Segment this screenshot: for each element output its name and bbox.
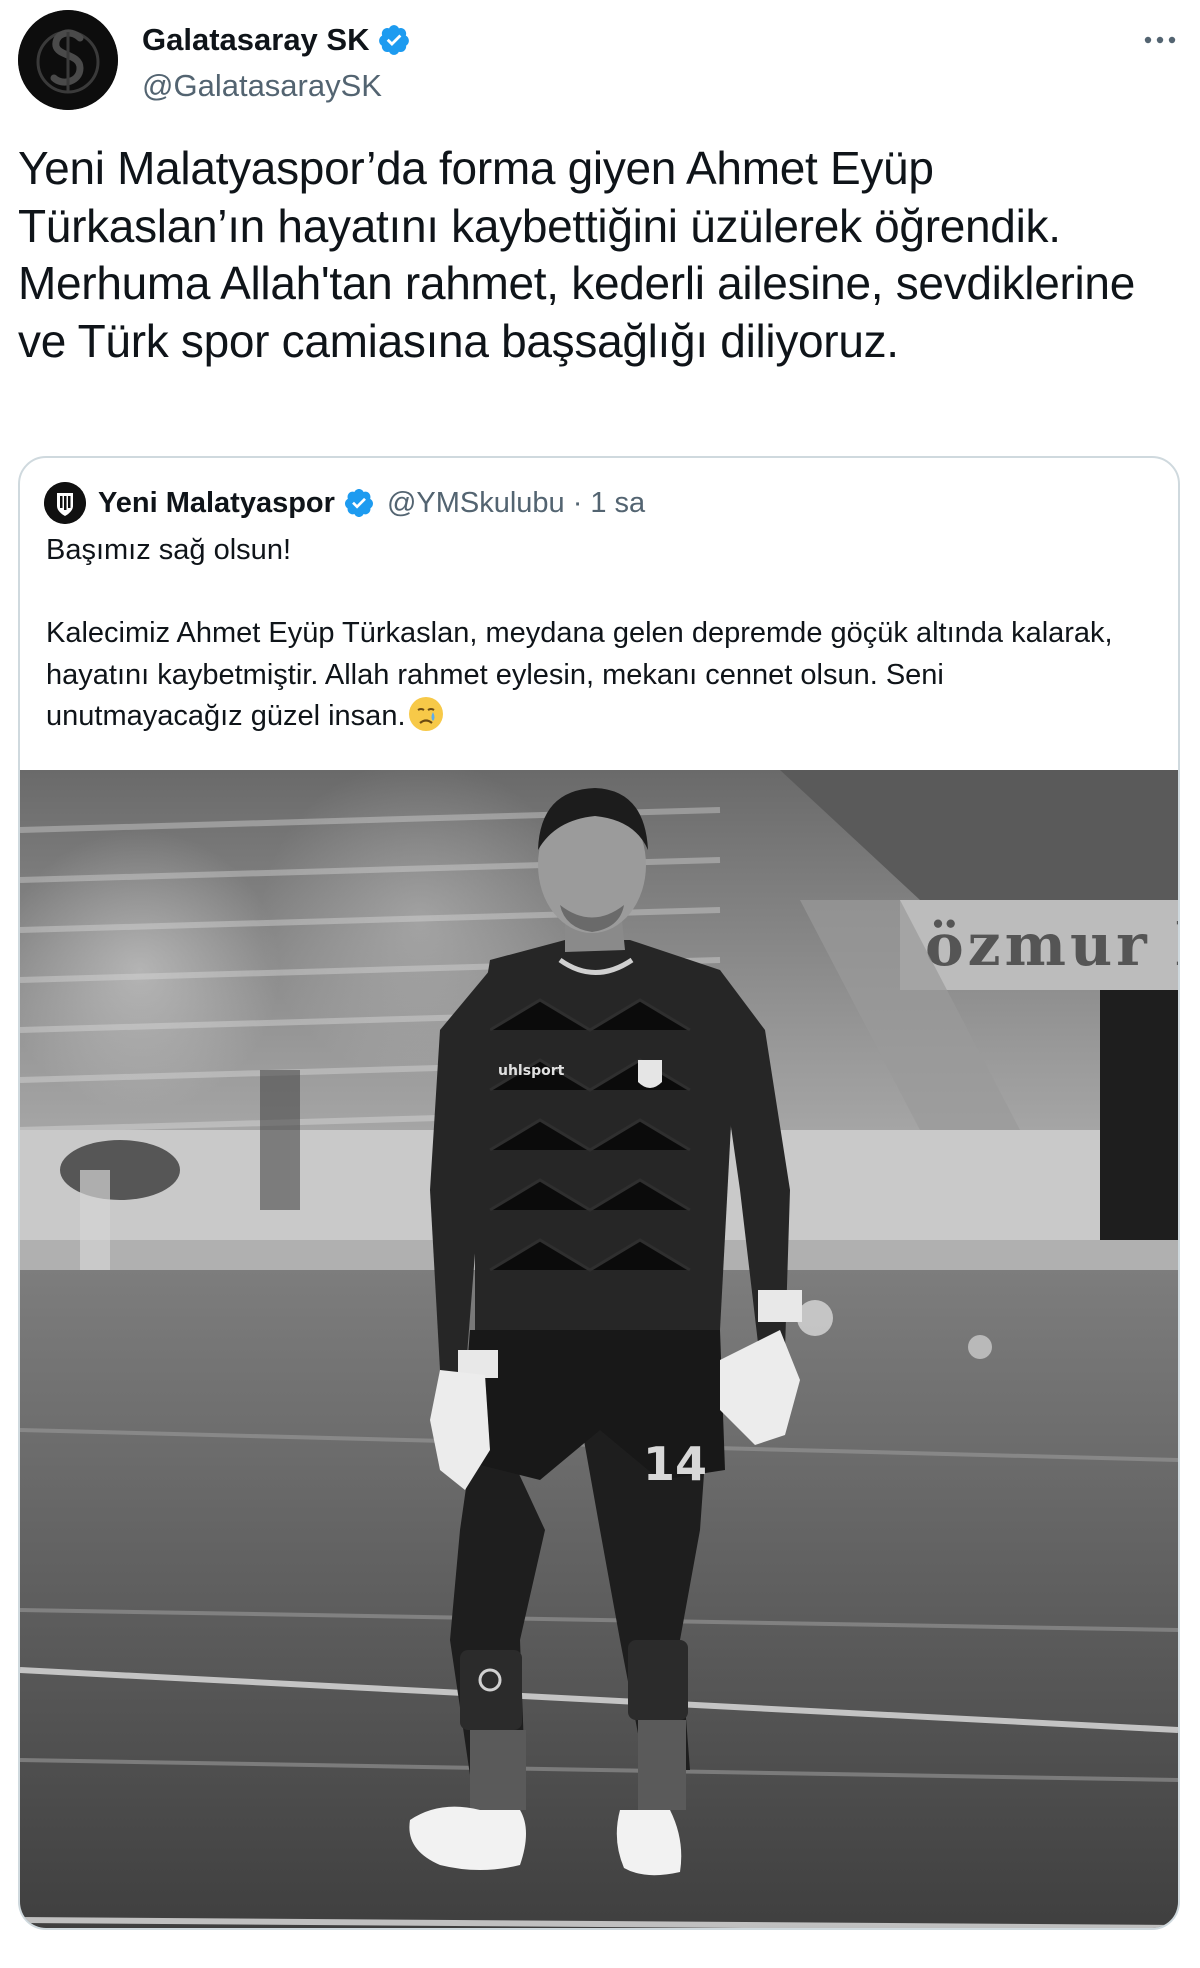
banner-text: özmur k [925, 911, 1178, 979]
tweet-text: Yeni Malatyaspor’da forma giyen Ahmet Ey… [18, 142, 1148, 367]
quoted-tweet-paragraph-2-text: Kalecimiz Ahmet Eyüp Türkaslan, meydana … [46, 617, 1113, 732]
galatasaray-crest-icon[interactable] [18, 10, 118, 110]
goalkeeper-photo[interactable]: özmur k [20, 770, 1178, 1928]
tweet-header: Galatasaray SK @GalatasaraySK [18, 10, 1182, 110]
quoted-tweet-paragraph-2: Kalecimiz Ahmet Eyüp Türkaslan, meydana … [46, 613, 1146, 738]
author-display-name[interactable]: Galatasaray SK [142, 22, 369, 58]
quoted-author-handle[interactable]: @YMSkulubu [387, 487, 565, 520]
verified-badge-icon [379, 25, 410, 55]
quoted-tweet-header: Yeni Malatyaspor @YMSkulubu · 1 sa [44, 482, 645, 524]
crying-face-emoji-icon [408, 697, 443, 731]
more-options-icon[interactable] [1142, 30, 1178, 50]
quoted-verified-badge-icon [344, 489, 373, 517]
quoted-tweet-timestamp[interactable]: 1 sa [590, 487, 645, 520]
shorts-number: 14 [643, 1437, 707, 1491]
meta-separator: · [572, 486, 583, 519]
author-name-row[interactable]: Galatasaray SK [142, 22, 411, 58]
quoted-tweet-body: Başımız sağ olsun! Kalecimiz Ahmet Eyüp … [46, 530, 1146, 738]
author-handle[interactable]: @GalatasaraySK [142, 68, 382, 104]
kit-brand-text: uhlsport [498, 1063, 565, 1079]
quoted-tweet-card[interactable]: Yeni Malatyaspor @YMSkulubu · 1 sa Başım… [18, 456, 1180, 1930]
quoted-tweet-paragraph-1: Başımız sağ olsun! [46, 534, 291, 566]
yeni-malatyaspor-crest-icon[interactable] [44, 482, 86, 524]
quoted-author-display-name[interactable]: Yeni Malatyaspor [98, 487, 335, 520]
